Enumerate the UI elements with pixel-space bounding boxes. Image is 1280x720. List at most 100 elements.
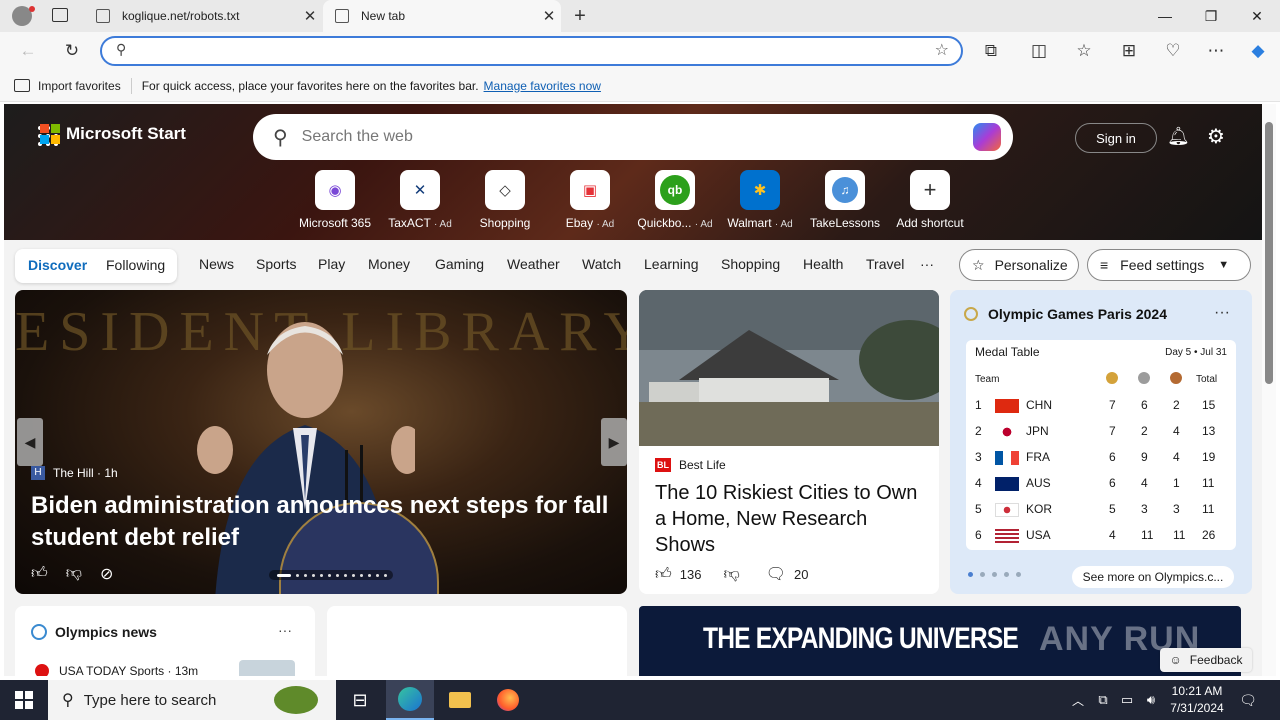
bronze-count: 4	[1173, 424, 1180, 438]
web-search-box[interactable]: ⚲ Search the web	[253, 114, 1013, 160]
clock[interactable]: 10:21 AM 7/31/2024	[1162, 683, 1232, 717]
shortcut-shopping[interactable]: ◇ Shopping	[462, 170, 548, 230]
olympics-header[interactable]: Olympic Games Paris 2024	[964, 306, 1167, 322]
olympics-news-card[interactable]: Olympics news ··· USA TODAY Sports · 13m	[15, 606, 315, 676]
nav-weather[interactable]: Weather	[507, 256, 560, 272]
carousel-indicator[interactable]	[269, 570, 393, 580]
like-icon[interactable]: 👍︎	[31, 564, 48, 584]
new-tab-button[interactable]: +	[568, 4, 592, 28]
taskbar-search[interactable]: ⚲ Type here to search	[48, 680, 336, 720]
shortcut-quickbooks[interactable]: qb Quickbo... · Ad	[632, 170, 718, 230]
ad-banner[interactable]: THE EXPANDING UNIVERSE ANY RUN	[639, 606, 1241, 676]
medal-row[interactable]: 6 USA 4 11 11 26	[966, 528, 1236, 548]
task-view-icon[interactable]: ⊟	[336, 680, 384, 720]
manage-favorites-link[interactable]: Manage favorites now	[484, 79, 601, 93]
import-favorites-button[interactable]: Import favorites	[14, 79, 121, 93]
favorite-star-icon[interactable]: ☆	[935, 40, 949, 60]
tab-robots[interactable]: koglique.net/robots.txt ✕	[86, 0, 322, 32]
story-card[interactable]: BL Best Life The 10 Riskiest Cities to O…	[639, 290, 939, 594]
dislike-icon[interactable]: 👎︎	[723, 565, 739, 584]
file-explorer-icon[interactable]	[436, 680, 484, 720]
firefox-icon[interactable]	[484, 680, 532, 720]
shortcut-walmart[interactable]: ✱ Walmart · Ad	[717, 170, 803, 230]
card-pager[interactable]	[968, 572, 1021, 577]
nav-shopping[interactable]: Shopping	[721, 256, 780, 272]
shortcut-takelessons[interactable]: ♫ TakeLessons	[802, 170, 888, 230]
back-icon[interactable]: ←	[13, 36, 43, 66]
like-icon[interactable]: 👍︎	[655, 565, 672, 584]
medal-row[interactable]: 5 KOR 5 3 3 11	[966, 502, 1236, 522]
address-bar[interactable]: ⚲ ☆	[100, 36, 963, 66]
story-headline[interactable]: The 10 Riskiest Cities to Own a Home, Ne…	[655, 480, 927, 558]
nav-watch[interactable]: Watch	[582, 256, 621, 272]
see-more-olympics-link[interactable]: See more on Olympics.c...	[1072, 566, 1234, 588]
dislike-icon[interactable]: 👎︎	[66, 564, 82, 584]
previous-arrow-icon[interactable]: ◀	[17, 418, 43, 466]
add-shortcut-button[interactable]: + Add shortcut	[887, 170, 973, 230]
story-headline[interactable]: Biden administration announces next step…	[31, 490, 621, 554]
tab-new-tab[interactable]: New tab ✕	[323, 0, 561, 32]
brand-name: Microsoft Start	[66, 124, 186, 143]
collections-icon[interactable]: ⊞	[1114, 36, 1144, 66]
feed-settings-button[interactable]: ≡ Feed settings ▼	[1087, 249, 1251, 281]
medal-row[interactable]: 2 JPN 7 2 4 13	[966, 424, 1236, 444]
nav-travel[interactable]: Travel	[866, 256, 904, 272]
network-icon[interactable]: ▭	[1114, 680, 1140, 720]
copilot-icon[interactable]	[973, 123, 1001, 151]
notifications-icon[interactable]: 🔔︎	[1167, 126, 1190, 147]
plus-icon: +	[910, 170, 950, 210]
start-button[interactable]	[0, 680, 48, 720]
nav-gaming[interactable]: Gaming	[435, 256, 484, 272]
volume-icon[interactable]: 🔊︎	[1138, 680, 1164, 720]
restore-button[interactable]: ❐	[1188, 0, 1234, 32]
tab-actions-icon[interactable]	[52, 8, 68, 22]
tab-following[interactable]: Following	[106, 257, 165, 273]
minimize-button[interactable]: —	[1142, 0, 1188, 32]
nav-learning[interactable]: Learning	[644, 256, 699, 272]
shortcut-taxact[interactable]: ✕ TaxACT · Ad	[377, 170, 463, 230]
tray-app-icon[interactable]: ⧉	[1090, 680, 1116, 720]
show-hidden-icons[interactable]: ︿	[1064, 680, 1092, 720]
tab-title: koglique.net/robots.txt	[122, 9, 240, 23]
close-tab-icon[interactable]: ✕	[298, 7, 322, 25]
nav-health[interactable]: Health	[803, 256, 843, 272]
shortcut-ebay[interactable]: ▣ Ebay · Ad	[547, 170, 633, 230]
more-options-icon[interactable]: ···	[1214, 304, 1230, 322]
copilot-icon[interactable]: ◆	[1243, 36, 1273, 66]
extensions-icon[interactable]: ⧉	[976, 36, 1006, 66]
top-story-card[interactable]: ESIDENT LIBRARY ◀ ▶ H The Hill · 1h Bide…	[15, 290, 627, 594]
favorites-icon[interactable]: ☆	[1069, 36, 1099, 66]
medal-row[interactable]: 1 CHN 7 6 2 15	[966, 398, 1236, 418]
nav-sports[interactable]: Sports	[256, 256, 296, 272]
scrollbar-thumb[interactable]	[1265, 122, 1273, 384]
medal-table[interactable]: Medal Table Day 5 • Jul 31 Team Total 1 …	[966, 340, 1236, 550]
edge-taskbar-icon[interactable]	[386, 680, 434, 720]
nav-play[interactable]: Play	[318, 256, 345, 272]
address-input[interactable]	[136, 41, 916, 61]
more-menu-icon[interactable]: ⋯	[1201, 36, 1231, 66]
refresh-icon[interactable]: ↻	[57, 36, 87, 66]
comment-icon[interactable]: 🗨︎	[766, 564, 786, 584]
medal-row[interactable]: 4 AUS 6 4 1 11	[966, 476, 1236, 496]
bronze-count: 1	[1173, 476, 1180, 490]
nav-news[interactable]: News	[199, 256, 234, 272]
split-screen-icon[interactable]: ◫	[1024, 36, 1054, 66]
close-window-button[interactable]: ✕	[1234, 0, 1280, 32]
shortcut-label: Add shortcut	[896, 216, 964, 230]
notification-center-icon[interactable]: 🗨︎	[1234, 680, 1262, 720]
performance-icon[interactable]: ♡	[1158, 36, 1188, 66]
feedback-button[interactable]: ☺ Feedback	[1160, 648, 1252, 672]
personalize-button[interactable]: ☆ Personalize	[959, 249, 1079, 281]
nav-money[interactable]: Money	[368, 256, 410, 272]
next-arrow-icon[interactable]: ▶	[601, 418, 627, 466]
medal-row[interactable]: 3 FRA 6 9 4 19	[966, 450, 1236, 470]
settings-gear-icon[interactable]: ⚙	[1207, 124, 1225, 149]
nav-more[interactable]: ···	[920, 256, 934, 272]
sign-in-button[interactable]: Sign in	[1075, 123, 1157, 153]
shortcut-microsoft-365[interactable]: ◉ Microsoft 365	[292, 170, 378, 230]
microsoft-start-logo[interactable]: Microsoft Start	[40, 124, 186, 144]
more-options-icon[interactable]: ···	[278, 622, 292, 638]
close-tab-icon[interactable]: ✕	[537, 7, 561, 25]
tab-discover[interactable]: Discover	[28, 257, 87, 273]
hide-icon[interactable]: ⊘	[100, 564, 113, 584]
